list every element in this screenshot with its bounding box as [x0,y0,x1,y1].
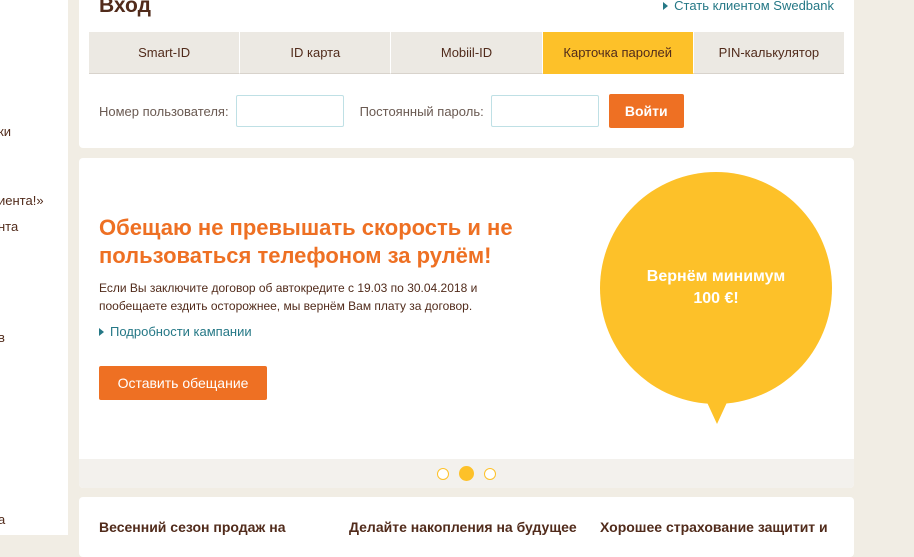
carousel-dot-2[interactable] [459,466,474,481]
login-title: Вход [99,0,151,17]
login-form: Номер пользователя: Постоянный пароль: В… [99,94,684,128]
promo-banner: Обещаю не превышать скорость и не пользо… [79,158,854,488]
bubble-line-1: Вернём минимум [646,268,786,285]
carousel-dots [79,459,854,488]
become-client-link[interactable]: Стать клиентом Swedbank [663,0,834,13]
tab-smart-id[interactable]: Smart-ID [89,32,241,74]
login-method-tabs: Smart-ID ID карта Mobiil-ID Карточка пар… [89,32,845,74]
username-label: Номер пользователя: [99,103,229,119]
campaign-details-link[interactable]: Подробности кампании [99,324,252,339]
carousel-dot-1[interactable] [437,467,449,480]
promo-text: Если Вы заключите договор об автокредите… [99,281,478,313]
login-panel: Вход Стать клиентом Swedbank Smart-ID ID… [79,0,854,148]
news-panel: Весенний сезон продаж на Делайте накопле… [79,497,854,557]
sidebar-item-3[interactable]: нта [0,219,18,234]
sidebar-item-5[interactable]: а [0,512,5,527]
news-item-3[interactable]: Хорошее страхование защитит и [600,519,828,535]
tab-pin-calculator[interactable]: PIN-калькулятор [693,32,845,74]
news-item-1[interactable]: Весенний сезон продаж на [99,519,285,535]
tab-id-card[interactable]: ID карта [240,32,392,74]
carousel-dot-3[interactable] [484,467,496,480]
tab-mobiil-id[interactable]: Mobiil-ID [391,32,543,74]
sidebar-item-4[interactable]: в [0,330,5,345]
make-promise-button[interactable]: Оставить обещание [99,366,267,400]
promo-title: Обещаю не превышать скорость и не пользо… [99,215,513,268]
become-client-label: Стать клиентом Swedbank [674,0,834,13]
bubble-line-2: 100 €! [693,290,739,307]
sidebar-item-1[interactable]: ки [0,124,11,139]
speech-bubble-tail [705,398,729,424]
arrow-right-icon [663,1,669,10]
left-sidebar: ки иента!» нта в а [0,0,68,535]
speech-bubble: Вернём минимум 100 €! [600,172,832,404]
arrow-right-icon [99,327,104,336]
campaign-details-label: Подробности кампании [110,324,252,339]
password-input[interactable] [490,95,599,127]
sidebar-item-2[interactable]: иента!» [0,193,44,208]
news-item-2[interactable]: Делайте накопления на будущее [349,519,577,535]
login-button[interactable]: Войти [608,94,684,128]
tab-password-card[interactable]: Карточка паролей [542,32,694,74]
password-label: Постоянный пароль: [359,103,484,119]
username-input[interactable] [235,95,344,127]
